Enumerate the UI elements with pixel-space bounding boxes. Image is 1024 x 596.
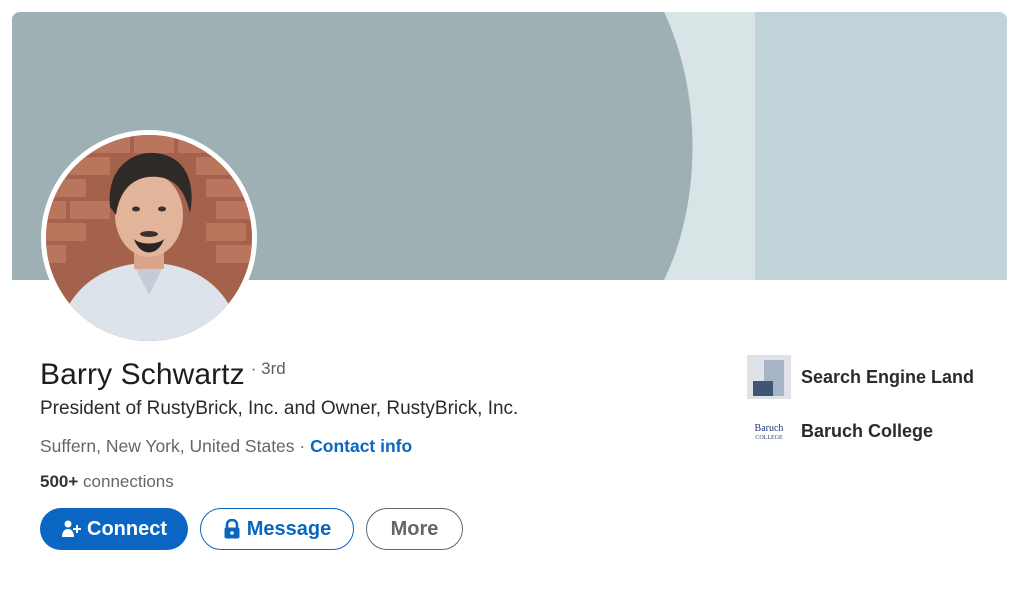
contact-info-link[interactable]: Contact info: [310, 436, 412, 456]
side-item-baruch-college[interactable]: Baruch COLLEGE Baruch College: [747, 408, 974, 454]
connections-count[interactable]: 500+ connections: [40, 472, 174, 492]
profile-card: Barry Schwartz · 3rd President of RustyB…: [12, 12, 1007, 582]
add-person-icon: [61, 519, 81, 539]
name-row: Barry Schwartz · 3rd: [40, 358, 286, 392]
connections-number: 500+: [40, 472, 79, 491]
profile-actions: Connect Message More: [40, 508, 463, 550]
profile-photo[interactable]: [41, 130, 257, 346]
search-engine-land-logo: [747, 355, 791, 399]
profile-name: Barry Schwartz: [40, 358, 245, 391]
message-label: Message: [246, 517, 332, 540]
connect-button[interactable]: Connect: [40, 508, 188, 550]
baruch-college-logo: Baruch COLLEGE: [747, 409, 791, 453]
side-item-label: Search Engine Land: [801, 366, 975, 387]
side-item-label: Baruch College: [801, 420, 934, 441]
profile-location: Suffern, New York, United States: [40, 436, 295, 456]
lock-icon: [223, 519, 241, 539]
more-button[interactable]: More: [366, 508, 463, 550]
more-label: More: [390, 517, 439, 540]
svg-text:COLLEGE: COLLEGE: [755, 435, 783, 441]
svg-text:Baruch: Baruch: [755, 423, 784, 434]
profile-headline: President of RustyBrick, Inc. and Owner,…: [40, 398, 519, 419]
connect-label: Connect: [87, 517, 167, 540]
location-row: Suffern, New York, United States · Conta…: [40, 436, 412, 457]
connections-label: connections: [83, 472, 174, 491]
message-button[interactable]: Message: [200, 508, 354, 550]
connection-degree: · 3rd: [250, 359, 286, 378]
experience-education-panel: Search Engine Land Baruch COLLEGE Baruch…: [747, 354, 974, 462]
profile-photo-image: [46, 135, 252, 341]
location-separator: ·: [299, 436, 306, 456]
side-item-search-engine-land[interactable]: Search Engine Land: [747, 354, 974, 400]
